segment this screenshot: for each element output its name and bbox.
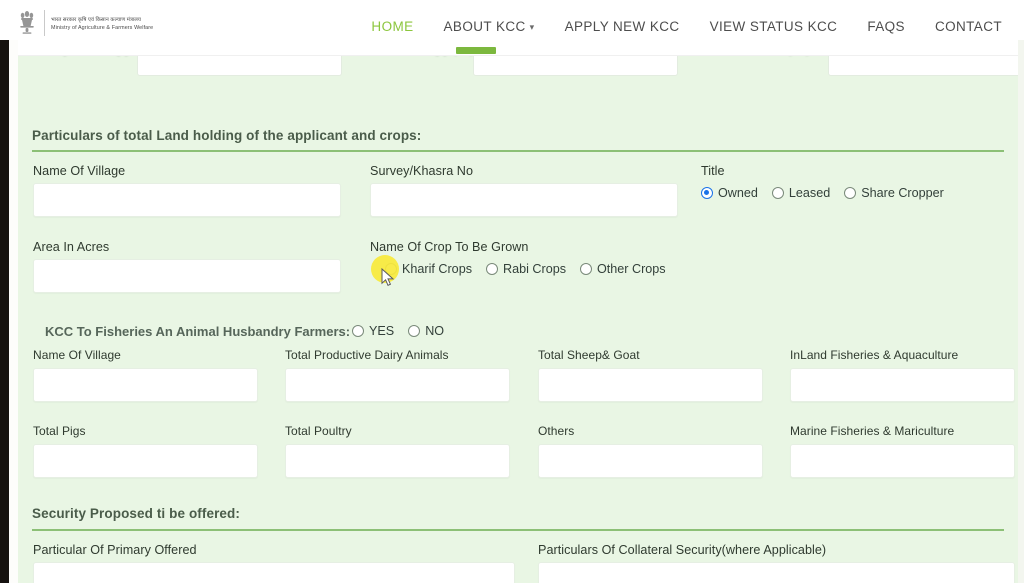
survey-khasra-label: Survey/Khasra No	[370, 164, 473, 178]
fisheries-option-yes[interactable]: YES	[352, 324, 394, 338]
site-header: भारत सरकार कृषि एवं किसान कल्याण मंत्राल…	[0, 0, 1024, 56]
nav-item-contact-label: CONTACT	[934, 19, 1002, 34]
crop-option-kharif-label: Kharif Crops	[402, 262, 472, 276]
nav-item-apply-new-kcc[interactable]: APPLY NEW KCC	[565, 19, 680, 34]
collateral-security-label: Particulars Of Collateral Security(where…	[538, 543, 827, 557]
inland-fisheries-input[interactable]	[790, 368, 1015, 402]
area-in-acres-input[interactable]	[33, 259, 341, 293]
nav-item-contact[interactable]: CONTACT	[935, 19, 1002, 34]
total-pigs-label: Total Pigs	[33, 424, 86, 438]
viewport-left-bar	[0, 40, 9, 583]
brand-text: भारत सरकार कृषि एवं किसान कल्याण मंत्राल…	[51, 15, 153, 31]
title-option-owned-label: Owned	[718, 186, 758, 200]
title-option-share-cropper[interactable]: Share Cropper	[844, 186, 944, 200]
fisheries-question-label: KCC To Fisheries An Animal Husbandry Far…	[45, 324, 351, 339]
security-section-title: Security Proposed ti be offered:	[32, 506, 240, 521]
radio-owned-icon[interactable]	[701, 187, 713, 199]
brand-logo[interactable]: भारत सरकार कृषि एवं किसान कल्याण मंत्राल…	[16, 8, 153, 38]
nav-item-faqs[interactable]: FAQS	[867, 19, 905, 34]
brand-english-line: Ministry of Agriculture & Farmers Welfar…	[51, 25, 154, 31]
primary-security-input[interactable]	[33, 562, 515, 583]
browser-screenshot: भारत सरकार कृषि एवं किसान कल्याण मंत्राल…	[0, 0, 1024, 583]
inland-fisheries-label: InLand Fisheries & Aquaculture	[790, 348, 959, 362]
fisheries-option-no-label: NO	[425, 324, 445, 338]
mouse-pointer-icon	[381, 267, 395, 292]
brand-divider	[44, 10, 45, 36]
others-input[interactable]	[538, 444, 763, 478]
fisheries-village-label: Name Of Village	[33, 348, 121, 362]
viewport-right-bar	[1018, 40, 1024, 583]
nav-item-about-kcc-label: ABOUT KCC	[443, 19, 526, 34]
nav-item-view-status-kcc-label: VIEW STATUS KCC	[709, 19, 838, 34]
fisheries-radio-group: YES NO	[352, 324, 444, 338]
total-pigs-input[interactable]	[33, 444, 258, 478]
active-nav-indicator	[456, 47, 496, 54]
crop-group-label: Name Of Crop To Be Grown	[370, 240, 529, 254]
nav-item-apply-new-kcc-label: APPLY NEW KCC	[564, 19, 680, 34]
land-section-title: Particulars of total Land holding of the…	[32, 128, 422, 143]
crop-option-rabi-label: Rabi Crops	[503, 262, 566, 276]
marine-fisheries-label: Marine Fisheries & Mariculture	[790, 424, 955, 438]
collateral-security-input[interactable]	[538, 562, 1015, 583]
crop-option-rabi[interactable]: Rabi Crops	[486, 262, 566, 276]
india-emblem-icon	[16, 8, 38, 38]
land-section-divider	[32, 150, 1004, 152]
title-group-label: Title	[701, 164, 725, 178]
nav-item-faqs-label: FAQS	[867, 19, 905, 34]
primary-security-label: Particular Of Primary Offered	[33, 543, 197, 557]
radio-no-icon[interactable]	[408, 325, 421, 337]
marine-fisheries-input[interactable]	[790, 444, 1015, 478]
dairy-animals-input[interactable]	[285, 368, 510, 402]
fisheries-village-input[interactable]	[33, 368, 258, 402]
radio-other-crops-icon[interactable]	[580, 263, 592, 275]
area-in-acres-label: Area In Acres	[33, 240, 110, 254]
main-navigation: HOME ABOUT KCC ▾ APPLY NEW KCC VIEW STAT…	[371, 19, 1002, 34]
title-radio-group: Owned Leased Share Cropper	[701, 186, 944, 200]
others-label: Others	[538, 424, 575, 438]
viewport-inner-edge	[9, 40, 18, 583]
radio-leased-icon[interactable]	[771, 187, 784, 199]
radio-share-cropper-icon[interactable]	[844, 187, 857, 199]
crop-option-other-label: Other Crops	[597, 262, 666, 276]
title-option-share-cropper-label: Share Cropper	[861, 186, 944, 200]
name-of-village-label: Name Of Village	[33, 164, 126, 178]
sheep-goat-label: Total Sheep& Goat	[538, 348, 640, 362]
dairy-animals-label: Total Productive Dairy Animals	[285, 348, 449, 362]
nav-item-home-label: HOME	[371, 19, 414, 34]
survey-khasra-input[interactable]	[370, 183, 678, 217]
nav-item-about-kcc[interactable]: ABOUT KCC ▾	[444, 19, 535, 34]
brand-hindi-line: भारत सरकार कृषि एवं किसान कल्याण मंत्राल…	[51, 17, 142, 23]
name-of-village-input[interactable]	[33, 183, 341, 217]
security-section-divider	[32, 529, 1004, 531]
nav-item-home[interactable]: HOME	[371, 19, 413, 34]
nav-item-view-status-kcc[interactable]: VIEW STATUS KCC	[710, 19, 838, 34]
crop-option-other[interactable]: Other Crops	[580, 262, 666, 276]
sheep-goat-input[interactable]	[538, 368, 763, 402]
fisheries-option-no[interactable]: NO	[408, 324, 444, 338]
title-option-leased[interactable]: Leased	[771, 186, 831, 200]
fisheries-option-yes-label: YES	[369, 324, 395, 338]
title-option-owned[interactable]: Owned	[701, 186, 758, 200]
radio-yes-icon[interactable]	[352, 325, 364, 337]
title-option-leased-label: Leased	[788, 186, 831, 200]
crop-radio-group: Kharif Crops Rabi Crops Other Crops	[385, 262, 666, 276]
chevron-down-icon: ▾	[529, 22, 535, 32]
total-poultry-label: Total Poultry	[285, 424, 352, 438]
total-poultry-input[interactable]	[285, 444, 510, 478]
radio-rabi-crops-icon[interactable]	[486, 263, 498, 275]
form-page: Poultry/Others Qty Total Land Qty (ha) T…	[18, 40, 1018, 583]
